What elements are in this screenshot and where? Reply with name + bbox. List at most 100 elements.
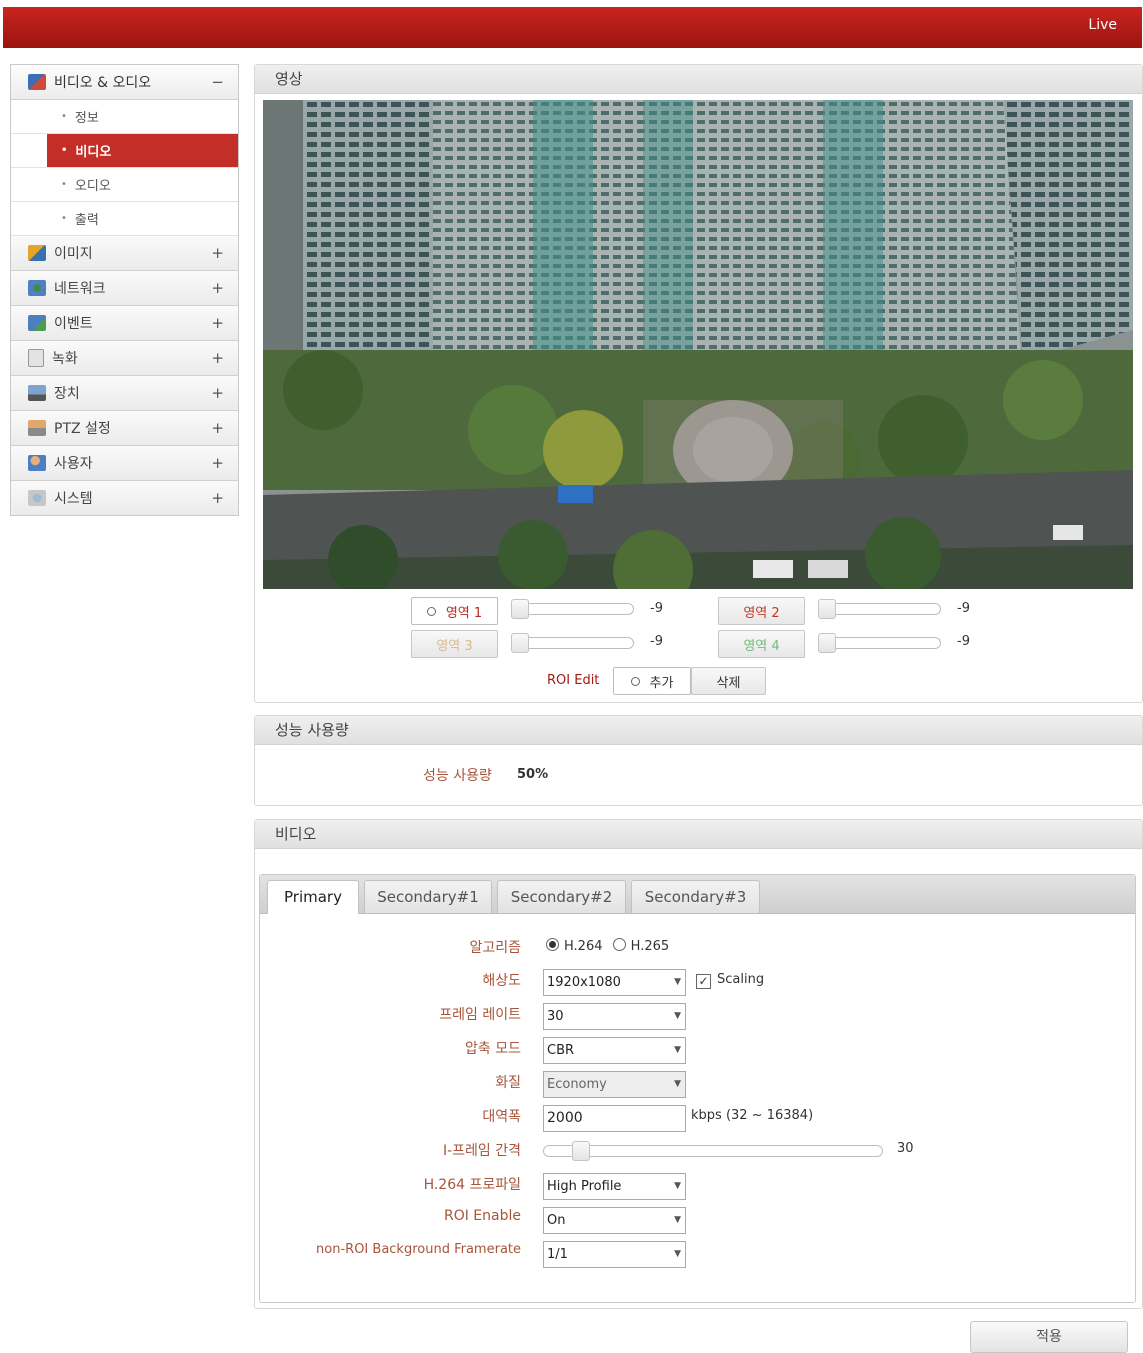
roi-area-4-button[interactable]: 영역 4 (718, 630, 805, 658)
sidebar-item-user[interactable]: 사용자 + (11, 446, 238, 481)
quality-label: 화질 (495, 1075, 521, 1091)
device-icon (28, 385, 46, 401)
roi-area-2-value: -9 (957, 601, 970, 616)
sidebar-item-image[interactable]: 이미지 + (11, 236, 238, 271)
sidebar-section-video-audio[interactable]: 비디오 & 오디오 − (11, 65, 238, 100)
stream-tabs-container: Primary Secondary#1 Secondary#2 Secondar… (259, 874, 1136, 1303)
nonroi-framerate-select[interactable]: 1/1 ▼ (543, 1241, 686, 1268)
system-icon (28, 490, 46, 506)
roi-edit-label: ROI Edit (547, 673, 600, 688)
panel-title: 영상 (255, 65, 1142, 94)
roi-area-3-slider[interactable] (511, 633, 634, 653)
dropdown-arrow-icon: ▼ (674, 977, 681, 987)
video-settings-panel: 비디오 Primary Secondary#1 Secondary#2 Seco… (254, 819, 1143, 1309)
roi-area-1-slider[interactable] (511, 599, 634, 619)
stream-tab-strip: Primary Secondary#1 Secondary#2 Secondar… (260, 875, 1135, 914)
dropdown-arrow-icon: ▼ (674, 1079, 681, 1089)
expand-icon[interactable]: + (211, 244, 224, 262)
expand-icon[interactable]: + (211, 419, 224, 437)
iframe-interval-value: 30 (897, 1141, 914, 1156)
roi-add-button[interactable]: 추가 (613, 667, 691, 695)
dropdown-arrow-icon: ▼ (674, 1045, 681, 1055)
roi-area-2-slider[interactable] (818, 599, 941, 619)
sidebar-item-network[interactable]: 네트워크 + (11, 271, 238, 306)
apply-button[interactable]: 적용 (970, 1321, 1128, 1353)
resolution-label: 해상도 (482, 973, 521, 989)
panel-title: 비디오 (255, 820, 1142, 849)
ptz-icon (28, 420, 46, 436)
tab-primary[interactable]: Primary (267, 880, 359, 914)
nonroi-framerate-label: non-ROI Background Framerate (316, 1242, 521, 1257)
dropdown-arrow-icon: ▼ (674, 1249, 681, 1259)
user-icon (28, 455, 46, 471)
bandwidth-input[interactable]: 2000 (543, 1105, 686, 1132)
iframe-interval-label: I-프레임 간격 (442, 1143, 521, 1159)
scaling-checkbox[interactable]: ✓ (696, 974, 711, 989)
roi-enable-label: ROI Enable (443, 1208, 521, 1224)
roi-delete-button[interactable]: 삭제 (691, 667, 766, 695)
roi-area-1-value: -9 (650, 601, 663, 616)
camera-live-image[interactable] (263, 100, 1133, 589)
performance-label: 성능 사용량 (423, 768, 492, 784)
performance-value: 50% (517, 767, 549, 782)
top-bar: Live (3, 7, 1142, 48)
tab-secondary-3[interactable]: Secondary#3 (631, 880, 760, 913)
expand-icon[interactable]: + (211, 279, 224, 297)
sidebar-section-label: 비디오 & 오디오 (54, 75, 152, 91)
radio-icon (426, 606, 436, 616)
recording-icon (28, 349, 44, 367)
tab-secondary-1[interactable]: Secondary#1 (364, 880, 492, 913)
performance-panel: 성능 사용량 성능 사용량 50% (254, 715, 1143, 806)
bandwidth-unit: kbps (32 ~ 16384) (691, 1108, 814, 1123)
video-audio-icon (28, 74, 46, 90)
dropdown-arrow-icon: ▼ (674, 1215, 681, 1225)
sidebar-item-recording[interactable]: 녹화 + (11, 341, 238, 376)
sidebar-item-system[interactable]: 시스템 + (11, 481, 238, 515)
sidebar-subitem-audio[interactable]: • 오디오 (11, 168, 238, 202)
scaling-checkbox-wrap[interactable]: ✓ Scaling (696, 972, 764, 989)
expand-icon[interactable]: + (211, 314, 224, 332)
network-icon (28, 280, 46, 296)
roi-area-3-button[interactable]: 영역 3 (411, 630, 498, 658)
tab-secondary-2[interactable]: Secondary#2 (497, 880, 626, 913)
image-icon (28, 245, 46, 261)
dropdown-arrow-icon: ▼ (674, 1011, 681, 1021)
roi-enable-select[interactable]: On ▼ (543, 1207, 686, 1234)
sidebar-subitem-info[interactable]: • 정보 (11, 100, 238, 134)
algorithm-options: H.264 H.265 (546, 938, 669, 954)
radio-h265[interactable] (612, 938, 626, 951)
radio-icon (630, 676, 640, 686)
roi-area-4-value: -9 (957, 634, 970, 649)
bandwidth-label: 대역폭 (482, 1109, 521, 1125)
quality-select[interactable]: Economy ▼ (543, 1071, 686, 1098)
algorithm-label: 알고리즘 (469, 940, 521, 956)
compression-label: 압축 모드 (465, 1041, 521, 1057)
expand-icon[interactable]: + (211, 489, 224, 507)
radio-h264[interactable] (546, 938, 559, 951)
sidebar-subitem-output[interactable]: • 출력 (11, 202, 238, 236)
expand-icon[interactable]: + (211, 384, 224, 402)
dropdown-arrow-icon: ▼ (674, 1181, 681, 1191)
roi-area-3-value: -9 (650, 634, 663, 649)
roi-area-4-slider[interactable] (818, 633, 941, 653)
event-icon (28, 315, 46, 331)
resolution-select[interactable]: 1920x1080 ▼ (543, 969, 686, 996)
sidebar-menu: 비디오 & 오디오 − • 정보 • 비디오 • 오디오 • 출력 이미지 + … (10, 64, 239, 516)
roi-area-2-button[interactable]: 영역 2 (718, 597, 805, 625)
roi-area-1-button[interactable]: 영역 1 (411, 597, 498, 625)
sidebar-item-event[interactable]: 이벤트 + (11, 306, 238, 341)
h264-profile-select[interactable]: High Profile ▼ (543, 1173, 686, 1200)
h264-profile-label: H.264 프로파일 (423, 1177, 521, 1193)
framerate-label: 프레임 레이트 (439, 1007, 521, 1023)
iframe-interval-slider[interactable] (543, 1141, 883, 1161)
sidebar-item-ptz[interactable]: PTZ 설정 + (11, 411, 238, 446)
compression-select[interactable]: CBR ▼ (543, 1037, 686, 1064)
live-link[interactable]: Live (1088, 17, 1117, 33)
sidebar-subitem-video[interactable]: • 비디오 (11, 134, 238, 168)
panel-title: 성능 사용량 (255, 716, 1142, 745)
sidebar-item-device[interactable]: 장치 + (11, 376, 238, 411)
framerate-select[interactable]: 30 ▼ (543, 1003, 686, 1030)
expand-icon[interactable]: + (211, 349, 224, 367)
collapse-icon[interactable]: − (211, 73, 224, 91)
expand-icon[interactable]: + (211, 454, 224, 472)
